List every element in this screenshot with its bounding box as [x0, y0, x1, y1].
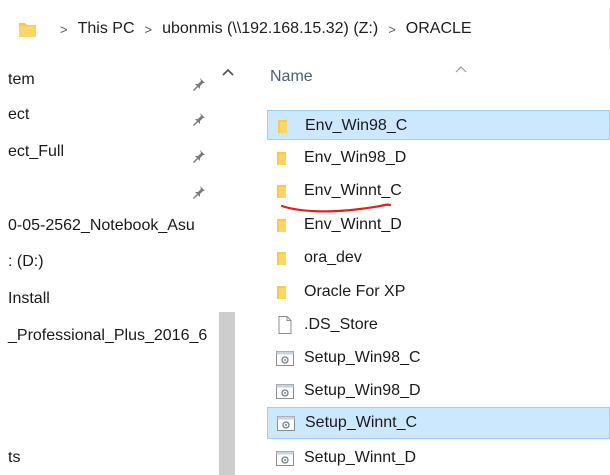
file-name: Env_Win98_D: [304, 149, 407, 166]
nav-item[interactable]: [0, 174, 216, 202]
chevron-right-icon[interactable]: >: [145, 22, 153, 37]
nav-item[interactable]: 0-05-2562_Notebook_Asu: [0, 212, 216, 240]
nav-item-label: _Professional_Plus_2016_6: [8, 327, 208, 344]
explorer-window: > This PC > ubonmis (\\192.168.15.32) (Z…: [0, 0, 610, 475]
breadcrumb-this-pc[interactable]: This PC: [78, 18, 135, 40]
nav-item-label: tem: [8, 71, 35, 88]
setup-icon: [275, 348, 295, 368]
setup-icon: [275, 381, 295, 401]
nav-item[interactable]: : (D:): [0, 248, 216, 276]
file-name: Oracle For XP: [304, 283, 406, 300]
file-name: Setup_Winnt_C: [305, 414, 418, 431]
nav-item[interactable]: tem: [0, 66, 216, 94]
address-bar[interactable]: > This PC > ubonmis (\\192.168.15.32) (Z…: [0, 8, 610, 50]
folder-icon: [275, 248, 295, 268]
column-header-name[interactable]: Name: [270, 68, 313, 86]
file-name: Env_Win98_C: [305, 117, 408, 134]
file-row[interactable]: Setup_Win98_D: [267, 376, 610, 406]
setup-icon: [276, 413, 296, 433]
file-name: Setup_Win98_C: [304, 349, 421, 366]
folder-icon: [18, 20, 38, 38]
nav-item-label: 0-05-2562_Notebook_Asu: [8, 217, 195, 234]
nav-item[interactable]: Install: [0, 285, 216, 313]
file-row[interactable]: Oracle For XP: [267, 277, 610, 307]
pin-icon[interactable]: [192, 181, 206, 199]
breadcrumb-network-drive[interactable]: ubonmis (\\192.168.15.32) (Z:): [162, 18, 378, 40]
file-name: Setup_Win98_D: [304, 382, 421, 399]
nav-item-label: ts: [8, 449, 21, 466]
pin-icon[interactable]: [192, 145, 206, 163]
navigation-pane: tem ect ect_Full 0-05-2562_Notebook_Asu: [0, 58, 240, 475]
nav-item-label: ect: [8, 106, 30, 123]
file-row[interactable]: Env_Win98_D: [267, 143, 610, 173]
chevron-right-icon[interactable]: >: [60, 22, 68, 37]
nav-item[interactable]: ect_Full: [0, 138, 216, 166]
nav-item-label: Install: [8, 290, 50, 307]
nav-item[interactable]: _Professional_Plus_2016_6: [0, 322, 216, 350]
folder-icon: [275, 215, 295, 235]
folder-icon: [275, 148, 295, 168]
nav-item-label: : (D:): [8, 253, 44, 270]
file-name: .DS_Store: [304, 316, 378, 333]
file-row[interactable]: Setup_Winnt_C: [267, 407, 610, 439]
nav-scrollbar[interactable]: [217, 58, 237, 475]
file-icon: [275, 315, 295, 335]
breadcrumb-oracle[interactable]: ORACLE: [406, 18, 472, 40]
scrollbar-thumb[interactable]: [219, 312, 235, 475]
chevron-up-icon[interactable]: [222, 64, 234, 76]
file-row[interactable]: Env_Win98_C: [267, 110, 610, 140]
file-row[interactable]: .DS_Store: [267, 310, 610, 340]
sort-ascending-icon[interactable]: [454, 60, 468, 73]
file-list: Name Env_Win98_C Env_Win98_D Env_Winnt_C…: [240, 58, 610, 475]
setup-icon: [275, 448, 295, 468]
file-name: Env_Winnt_D: [304, 216, 402, 233]
file-name: ora_dev: [304, 249, 362, 266]
nav-item[interactable]: ts: [0, 444, 216, 472]
file-name: Setup_Winnt_D: [304, 449, 417, 466]
chevron-right-icon[interactable]: >: [388, 22, 396, 37]
folder-icon: [275, 282, 295, 302]
file-row[interactable]: ora_dev: [267, 243, 610, 273]
red-underline-annotation: [280, 203, 392, 213]
pin-icon[interactable]: [192, 73, 206, 91]
nav-item-label: ect_Full: [8, 143, 65, 160]
pin-icon[interactable]: [192, 108, 206, 126]
nav-item[interactable]: ect: [0, 101, 216, 129]
file-row[interactable]: Setup_Winnt_D: [267, 443, 610, 473]
file-row[interactable]: Setup_Win98_C: [267, 343, 610, 373]
folder-icon: [276, 116, 296, 136]
